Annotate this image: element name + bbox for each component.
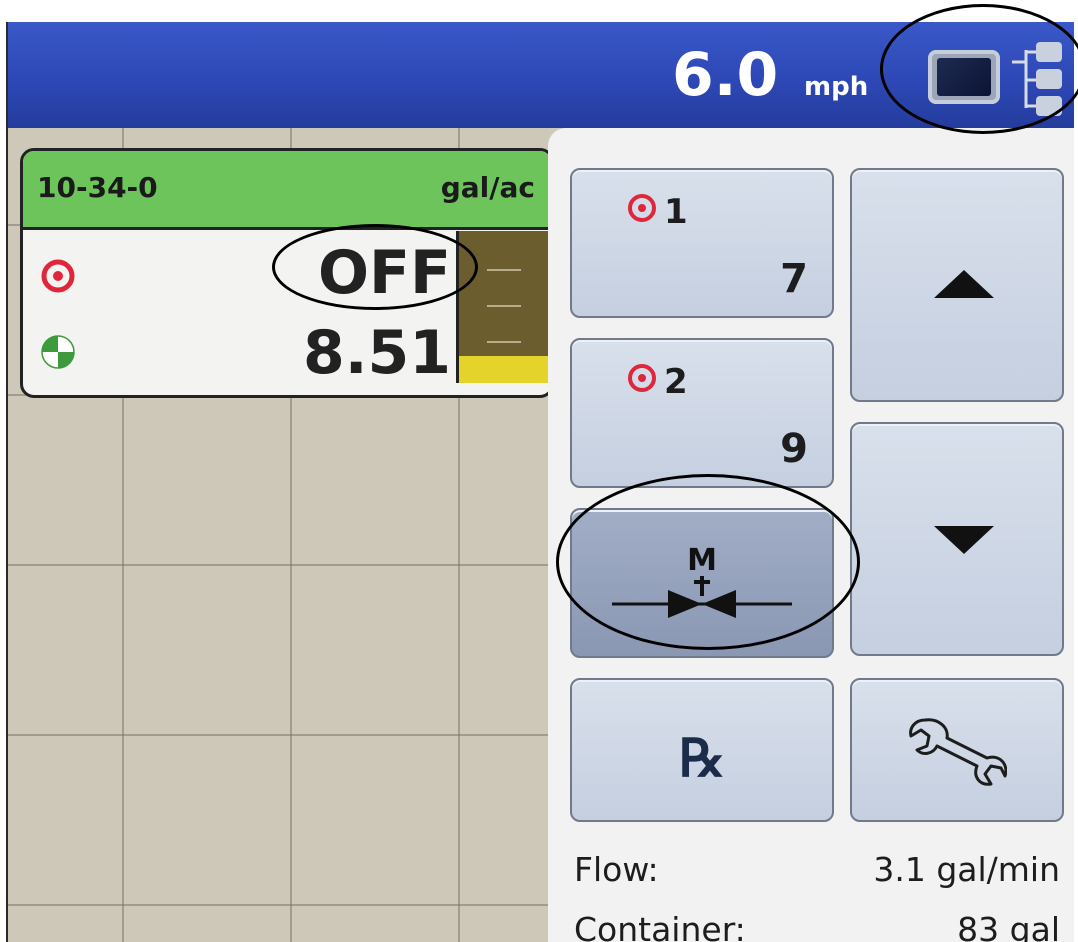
- flow-label: Flow:: [574, 850, 659, 889]
- section-1-value: 7: [780, 256, 808, 302]
- settings-button[interactable]: [850, 678, 1064, 822]
- flow-value: 3.1 gal/min: [873, 850, 1060, 889]
- target-icon: [628, 364, 656, 392]
- section-2-label: 2: [664, 362, 688, 402]
- annotation-ellipse: [556, 474, 860, 650]
- rx-button[interactable]: ℞: [570, 678, 834, 822]
- display-screen: 6.0 mph 10-34-0 gal/ac OFF 8.51 1 7 2 9 …: [6, 22, 1074, 942]
- section-1-button[interactable]: 1 7: [570, 168, 834, 318]
- target-icon: [41, 259, 75, 293]
- container-label: Container:: [574, 910, 746, 942]
- annotation-ellipse: [272, 224, 478, 310]
- section-2-value: 9: [780, 426, 808, 472]
- annotation-ellipse: [880, 4, 1078, 134]
- target-icon: [628, 194, 656, 222]
- product-rate-unit: gal/ac: [440, 171, 535, 204]
- container-value: 83 gal: [957, 910, 1060, 942]
- speed-value: 6.0: [672, 40, 779, 110]
- arrow-down-icon: [934, 526, 994, 554]
- section-2-button[interactable]: 2 9: [570, 338, 834, 488]
- actual-rate-icon: [41, 335, 75, 369]
- section-1-label: 1: [664, 192, 688, 232]
- arrow-up-button[interactable]: [850, 168, 1064, 402]
- container-level-fill: [459, 355, 551, 383]
- arrow-up-icon: [934, 270, 994, 298]
- arrow-down-button[interactable]: [850, 422, 1064, 656]
- actual-rate-value: 8.51: [302, 318, 451, 388]
- speed-unit: mph: [804, 72, 869, 102]
- product-header: 10-34-0 gal/ac: [23, 151, 551, 230]
- product-name: 10-34-0: [37, 171, 158, 204]
- rx-label: ℞: [678, 728, 726, 789]
- wrench-icon: [909, 718, 1007, 786]
